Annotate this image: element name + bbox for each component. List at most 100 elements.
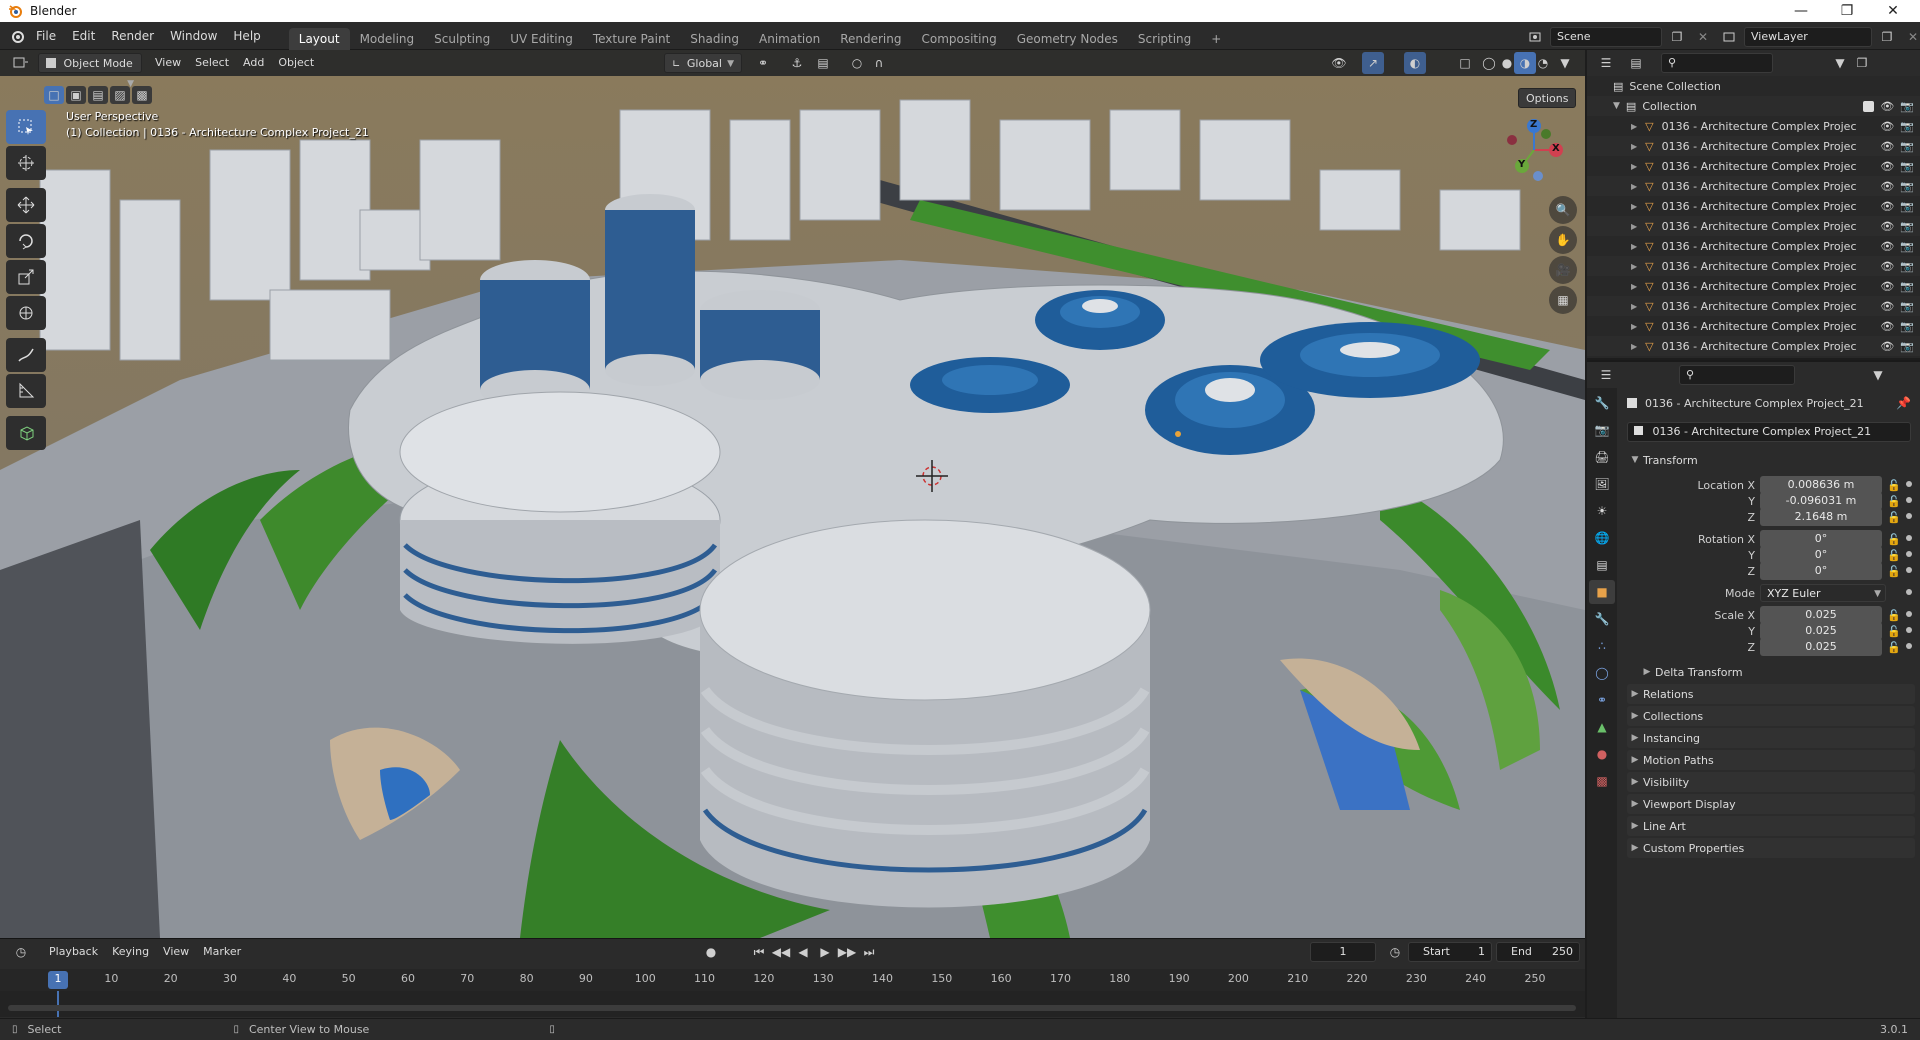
panel-header-visibility[interactable]: ▶ Visibility xyxy=(1627,772,1915,792)
measure-tool[interactable] xyxy=(6,374,46,408)
menu-playback[interactable]: Playback xyxy=(42,942,105,962)
physics-tab-icon[interactable]: ◯ xyxy=(1589,661,1615,685)
add-cube-tool[interactable] xyxy=(6,416,46,450)
eye-icon[interactable]: 👁 xyxy=(1880,300,1894,313)
outliner-object-row[interactable]: ▶ ▽ 0136 - Architecture Complex Projec 👁 📷 xyxy=(1587,336,1920,356)
display-mode-icon[interactable]: ▤ xyxy=(1625,52,1647,74)
zoom-icon[interactable]: 🔍 xyxy=(1549,196,1577,224)
menu-select[interactable]: Select xyxy=(188,53,236,73)
rendered-shading-icon[interactable]: ◔ xyxy=(1532,52,1554,74)
expand-arrow-icon[interactable]: ▼ xyxy=(1613,101,1620,111)
panel-header-line-art[interactable]: ▶ Line Art xyxy=(1627,816,1915,836)
eye-icon[interactable]: 👁 xyxy=(1880,140,1894,153)
render-tab-icon[interactable]: 📷 xyxy=(1589,418,1615,442)
outliner-object-row[interactable]: ▶ ▽ 0136 - Architecture Complex Projec 👁 📷 xyxy=(1587,176,1920,196)
keyframe-dot-icon[interactable] xyxy=(1906,535,1912,541)
panel-header-motion-paths[interactable]: ▶ Motion Paths xyxy=(1627,750,1915,770)
eye-icon[interactable]: 👁 xyxy=(1880,280,1894,293)
auto-keying-icon[interactable]: ● xyxy=(700,941,722,963)
camera-icon[interactable]: 📷 xyxy=(1900,120,1914,133)
menu-file[interactable]: File xyxy=(28,22,64,50)
camera-icon[interactable]: 📷 xyxy=(1900,240,1914,253)
tab-texture-paint[interactable]: Texture Paint xyxy=(583,28,680,50)
material-tab-icon[interactable]: ● xyxy=(1589,742,1615,766)
camera-icon[interactable]: 📷 xyxy=(1900,340,1914,353)
keyframe-dot-icon[interactable] xyxy=(1906,627,1912,633)
outliner-collection[interactable]: ▼ ▤ Collection 👁 📷 xyxy=(1587,96,1920,116)
visibility-icon[interactable]: 👁 xyxy=(1328,52,1350,74)
camera-icon[interactable]: 📷 xyxy=(1900,160,1914,173)
tab-modeling[interactable]: Modeling xyxy=(350,28,425,50)
jump-end-icon[interactable]: ⏭ xyxy=(858,941,880,963)
frame-start-field[interactable]: Start 1 xyxy=(1408,942,1492,962)
filter-icon[interactable]: ▼ xyxy=(1829,52,1851,74)
outliner-search-input[interactable]: ⚲ xyxy=(1661,53,1773,73)
outliner-object-row[interactable]: ▶ ▽ 0136 - Architecture Complex Projec 👁 📷 xyxy=(1587,156,1920,176)
eye-icon[interactable]: 👁 xyxy=(1880,200,1894,213)
expand-arrow-icon[interactable]: ▶ xyxy=(1631,282,1637,291)
menu-edit[interactable]: Edit xyxy=(64,22,103,50)
tab-animation[interactable]: Animation xyxy=(749,28,830,50)
keyframe-dot-icon[interactable] xyxy=(1906,643,1912,649)
world-tab-icon[interactable]: 🌐 xyxy=(1589,526,1615,550)
timeline-scrollbar[interactable] xyxy=(8,1005,1576,1011)
particles-tab-icon[interactable]: ∴ xyxy=(1589,634,1615,658)
outliner-object-row[interactable]: ▶ ▽ 0136 - Architecture Complex Projec 👁 📷 xyxy=(1587,276,1920,296)
navigation-gizmo[interactable]: X Y Z xyxy=(1494,110,1574,190)
outliner-object-row[interactable]: ▶ ▽ 0136 - Architecture Complex Projec 👁 📷 xyxy=(1587,196,1920,216)
panel-header-viewport-display[interactable]: ▶ Viewport Display xyxy=(1627,794,1915,814)
scene-field[interactable]: Scene xyxy=(1550,27,1662,47)
snap-target-icon[interactable]: ▤ xyxy=(812,52,834,74)
prev-keyframe-icon[interactable]: ◀◀ xyxy=(770,941,792,963)
select-extend-icon[interactable]: ▣ xyxy=(66,86,86,104)
menu-object[interactable]: Object xyxy=(271,53,321,73)
tab-geometry-nodes[interactable]: Geometry Nodes xyxy=(1007,28,1128,50)
keyframe-dot-icon[interactable] xyxy=(1906,513,1912,519)
move-tool[interactable] xyxy=(6,188,46,222)
outliner-object-row[interactable]: ▶ ▽ 0136 - Architecture Complex Projec 👁 📷 xyxy=(1587,296,1920,316)
outliner-object-row[interactable]: ▶ ▽ 0136 - Architecture Complex Projec 👁 📷 xyxy=(1587,256,1920,276)
select-subtract-icon[interactable]: ▤ xyxy=(88,86,108,104)
outliner-editor-icon[interactable]: ☰ xyxy=(1595,52,1617,74)
camera-icon[interactable]: 📷 xyxy=(1900,260,1914,273)
options-button[interactable]: Options xyxy=(1518,88,1577,108)
expand-arrow-icon[interactable]: ▶ xyxy=(1631,302,1637,311)
keyframe-dot-icon[interactable] xyxy=(1906,567,1912,573)
jump-start-icon[interactable]: ⏮ xyxy=(748,941,770,963)
pan-hand-icon[interactable]: ✋ xyxy=(1549,226,1577,254)
falloff-icon[interactable]: ∩ xyxy=(868,52,890,74)
menu-view[interactable]: View xyxy=(148,53,188,73)
expand-arrow-icon[interactable]: ▶ xyxy=(1631,142,1637,151)
tab-sculpting[interactable]: Sculpting xyxy=(424,28,500,50)
transform-panel-header[interactable]: ▼ Transform xyxy=(1627,450,1915,470)
eye-icon[interactable]: 👁 xyxy=(1880,260,1894,273)
pivot-point-icon[interactable]: ⚭ xyxy=(752,52,774,74)
view-layer-field[interactable]: ViewLayer xyxy=(1744,27,1872,47)
timeline-body[interactable] xyxy=(0,991,1585,1017)
rotation-mode-select[interactable]: XYZ Euler ▼ xyxy=(1760,584,1886,602)
orientation-select[interactable]: ∟ Global ▼ xyxy=(664,53,742,73)
transform-tool[interactable] xyxy=(6,296,46,330)
properties-options-icon[interactable]: ▼ xyxy=(1867,364,1889,386)
lock-icon[interactable]: 🔓 xyxy=(1887,623,1901,639)
preview-range-icon[interactable]: ◷ xyxy=(1384,941,1406,963)
checkbox-icon[interactable] xyxy=(1863,100,1875,112)
scale-z-field[interactable]: 0.025 xyxy=(1760,638,1882,656)
play-icon[interactable]: ▶ xyxy=(814,941,836,963)
keyframe-dot-icon[interactable] xyxy=(1906,589,1912,595)
menu-keying[interactable]: Keying xyxy=(105,942,156,962)
menu-timeline-view[interactable]: View xyxy=(156,942,196,962)
delete-scene-icon[interactable]: ✕ xyxy=(1692,26,1714,48)
constraints-tab-icon[interactable]: ⚭ xyxy=(1589,688,1615,712)
add-workspace-button[interactable]: + xyxy=(1201,28,1231,50)
viewport-scene[interactable] xyxy=(0,50,1585,938)
collection-tab-icon[interactable]: ▤ xyxy=(1589,553,1615,577)
menu-render[interactable]: Render xyxy=(103,22,162,50)
restore-icon[interactable]: ❐ xyxy=(1824,0,1870,22)
cursor-tool[interactable] xyxy=(6,146,46,180)
outliner-object-row[interactable]: ▶ ▽ 0136 - Architecture Complex Projec 👁 📷 xyxy=(1587,116,1920,136)
lock-icon[interactable]: 🔓 xyxy=(1887,607,1901,623)
rotate-tool[interactable] xyxy=(6,224,46,258)
expand-arrow-icon[interactable]: ▶ xyxy=(1631,182,1637,191)
keyframe-dot-icon[interactable] xyxy=(1906,481,1912,487)
